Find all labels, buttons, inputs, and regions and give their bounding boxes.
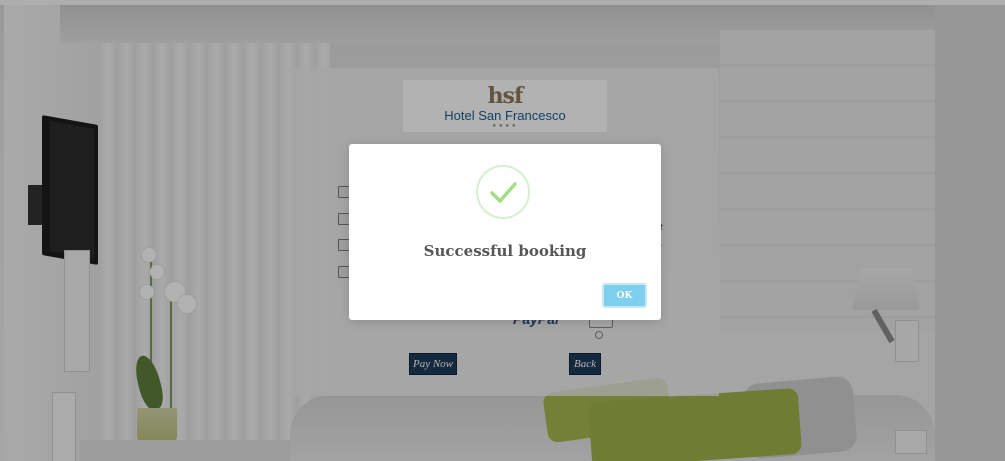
page: hsf Hotel San Francesco ★★★★ d. ct c. f.… [0,0,1005,461]
success-check-icon [476,165,530,219]
modal-title: Successful booking [423,242,587,260]
ok-button[interactable]: OK [602,283,647,308]
success-modal: Successful booking OK [349,144,661,320]
